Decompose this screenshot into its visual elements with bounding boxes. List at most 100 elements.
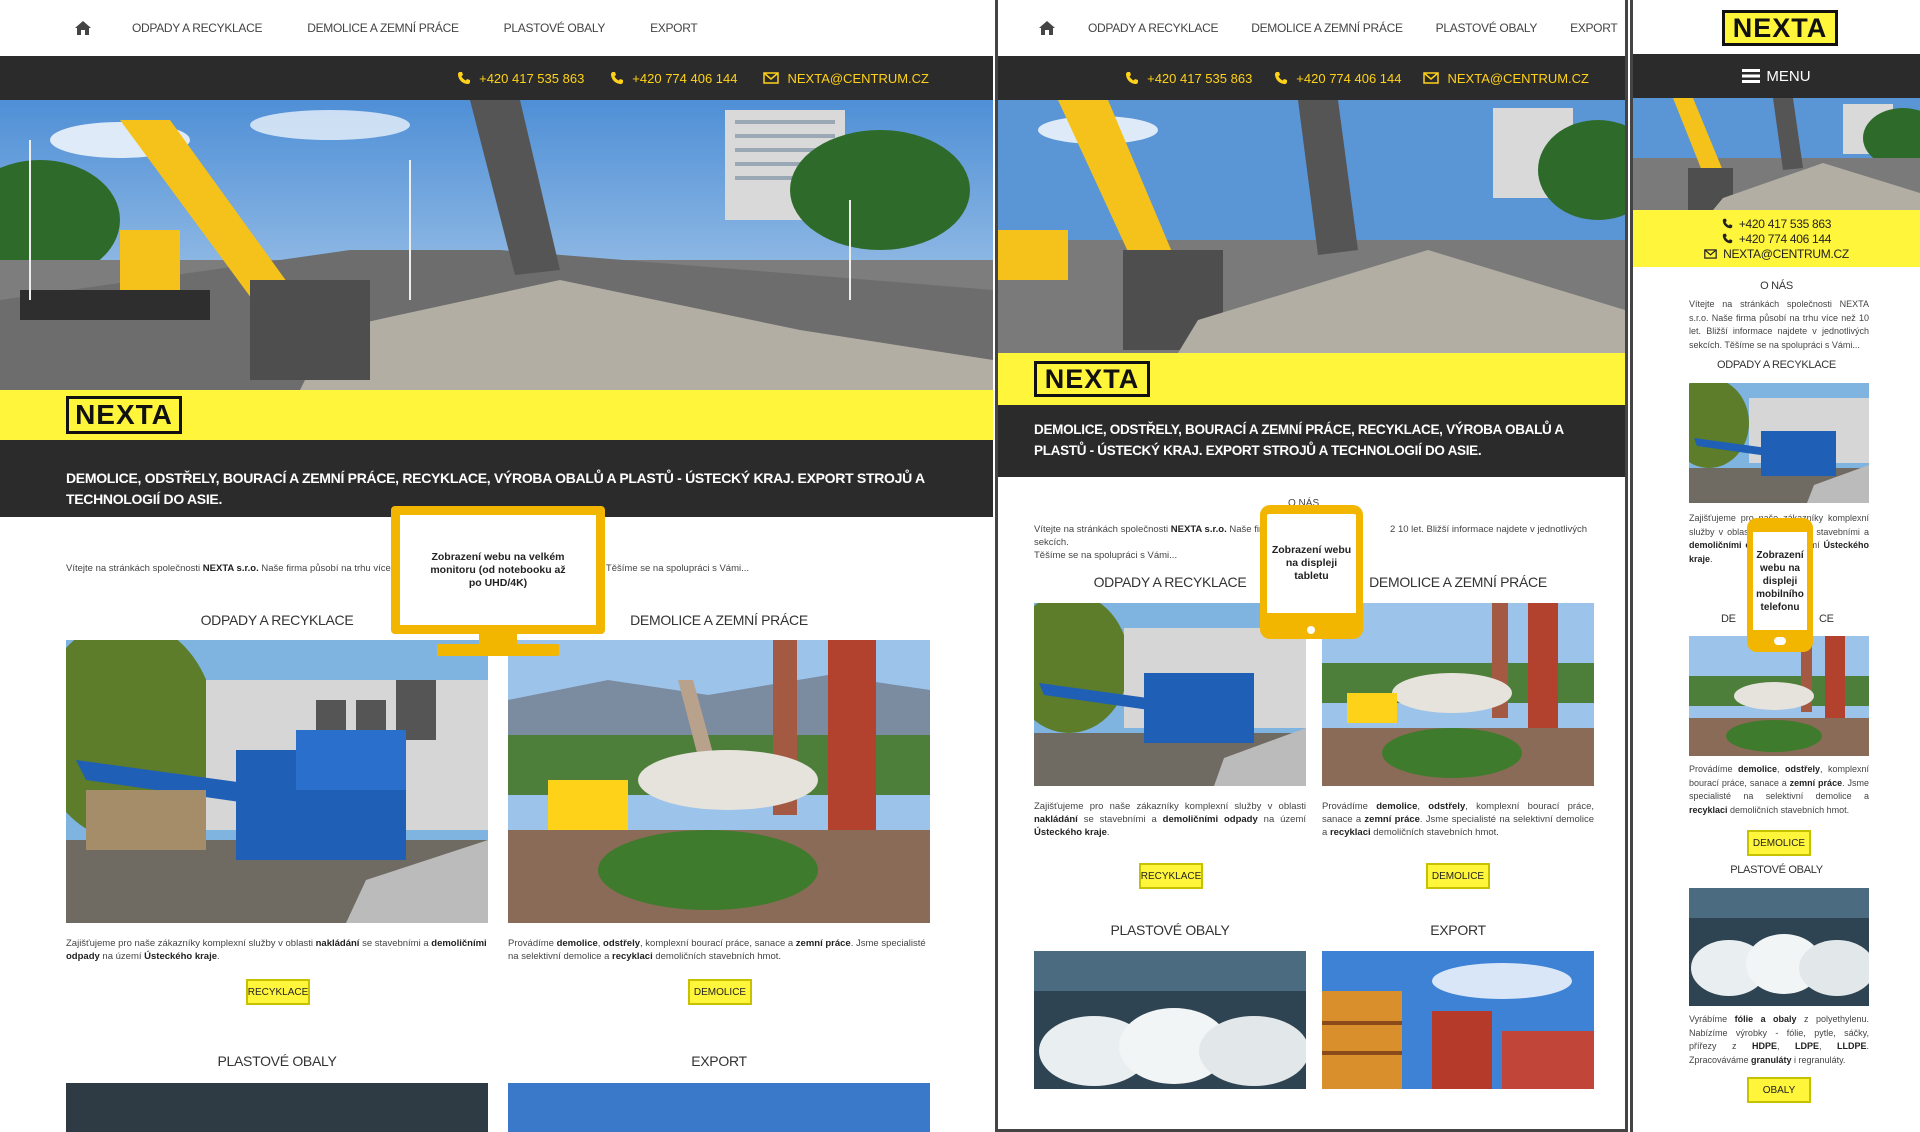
nav-odpady[interactable]: ODPADY A RECYKLACE bbox=[1088, 21, 1219, 35]
envelope-icon bbox=[763, 72, 780, 84]
demolice-text: Provádíme demolice, odstřely, komplexní … bbox=[508, 938, 926, 962]
mobile-obaly-text: Vyrábíme fólie a obaly z polyethylenu. N… bbox=[1689, 1014, 1870, 1065]
logo-band: NEXTA bbox=[0, 390, 993, 440]
mobile-obaly-image bbox=[1689, 888, 1875, 1006]
phone-home-button bbox=[1774, 637, 1786, 645]
logo-text: NEXTA bbox=[75, 399, 173, 430]
email-link[interactable]: NEXTA@CENTRUM.CZ bbox=[763, 71, 929, 86]
phone-1-text: +420 417 535 863 bbox=[479, 70, 585, 86]
email-link[interactable]: NEXTA@CENTRUM.CZ bbox=[1704, 247, 1849, 261]
phone-1-text: +420 417 535 863 bbox=[1147, 70, 1253, 86]
top-navigation: ODPADY A RECYKLACE DEMOLICE A ZEMNÍ PRÁC… bbox=[0, 0, 993, 56]
export-image bbox=[508, 1083, 930, 1132]
recycling-machine-image bbox=[36, 620, 488, 923]
nav-export[interactable]: EXPORT bbox=[1570, 21, 1618, 35]
mobile-hero-image bbox=[1633, 98, 1920, 210]
phone-2[interactable]: +420 774 406 144 bbox=[1722, 232, 1831, 246]
demolice-button[interactable]: DEMOLICE bbox=[1426, 863, 1490, 889]
phone-2-text: +420 774 406 144 bbox=[1738, 231, 1832, 246]
nav-obaly[interactable]: PLASTOVÉ OBALY bbox=[504, 21, 606, 35]
phone-icon bbox=[611, 72, 624, 84]
odpady-text: Zajišťujeme pro naše zákazníky komplexní… bbox=[66, 938, 487, 962]
email-link[interactable]: NEXTA@CENTRUM.CZ bbox=[1423, 71, 1589, 86]
phone-1[interactable]: +420 417 535 863 bbox=[1125, 71, 1252, 86]
nav-demolice[interactable]: DEMOLICE A ZEMNÍ PRÁCE bbox=[307, 21, 459, 35]
demolition-image bbox=[508, 640, 930, 923]
phone-icon bbox=[458, 72, 471, 84]
mobile-menu-button[interactable]: MENU bbox=[1633, 54, 1920, 98]
demolice-button[interactable]: DEMOLICE bbox=[1747, 830, 1811, 856]
mobile-preview: NEXTA MENU +420 417 535 863 +420 774 406… bbox=[1630, 0, 1920, 1132]
recyklace-button[interactable]: RECYKLACE bbox=[1139, 863, 1203, 889]
nexta-logo[interactable]: NEXTA bbox=[1034, 361, 1150, 397]
phone-1-text: +420 417 535 863 bbox=[1738, 216, 1832, 231]
phone-icon bbox=[1722, 233, 1733, 244]
nav-demolice[interactable]: DEMOLICE A ZEMNÍ PRÁCE bbox=[1251, 21, 1403, 35]
phone-1[interactable]: +420 417 535 863 bbox=[1722, 217, 1831, 231]
recyklace-button[interactable]: RECYKLACE bbox=[246, 979, 310, 1005]
nav-export[interactable]: EXPORT bbox=[650, 21, 698, 35]
monitor-base bbox=[437, 644, 559, 656]
tablet-logo-band: NEXTA bbox=[998, 353, 1625, 405]
logo-text: NEXTA bbox=[1732, 12, 1828, 43]
tablet-top-navigation: ODPADY A RECYKLACE DEMOLICE A ZEMNÍ PRÁC… bbox=[998, 0, 1625, 56]
phone-icon bbox=[1275, 72, 1288, 84]
menu-label: MENU bbox=[1766, 67, 1811, 85]
obaly-image bbox=[66, 1083, 488, 1132]
desktop-preview: ODPADY A RECYKLACE DEMOLICE A ZEMNÍ PRÁC… bbox=[0, 0, 993, 1132]
tablet-demolice-text: Provádíme demolice, odstřely, komplexní … bbox=[1322, 801, 1594, 838]
obaly-title: PLASTOVÉ OBALY bbox=[217, 1053, 337, 1069]
phone-icon bbox=[1722, 218, 1733, 229]
tablet-contact-bar: +420 417 535 863 +420 774 406 144 NEXTA@… bbox=[998, 56, 1625, 100]
phone-overlay: Zobrazení webu na displeji mobilního tel… bbox=[1747, 518, 1813, 652]
email-text: NEXTA@CENTRUM.CZ bbox=[787, 70, 929, 86]
mobile-recycling-image bbox=[1669, 378, 1869, 503]
hero-image bbox=[0, 100, 993, 390]
nexta-logo[interactable]: NEXTA bbox=[1722, 10, 1838, 46]
nexta-logo[interactable]: NEXTA bbox=[66, 396, 182, 434]
tagline: DEMOLICE, ODSTŘELY, BOURACÍ A ZEMNÍ PRÁC… bbox=[66, 470, 925, 507]
phone-2-text: +420 774 406 144 bbox=[1296, 70, 1402, 86]
tablet-preview: ODPADY A RECYKLACE DEMOLICE A ZEMNÍ PRÁC… bbox=[995, 0, 1628, 1132]
phone-1[interactable]: +420 417 535 863 bbox=[457, 71, 584, 86]
mobile-demolice-title-start: DE bbox=[1721, 613, 1736, 625]
mobile-demolice-text: Provádíme demolice, odstřely, komplexní … bbox=[1689, 764, 1869, 815]
tablet-overlay: Zobrazení webu na displeji tabletu bbox=[1260, 505, 1363, 639]
phone-2[interactable]: +420 774 406 144 bbox=[610, 71, 737, 86]
mobile-odpady-title: ODPADY A RECYKLACE bbox=[1717, 359, 1836, 371]
logo-text: NEXTA bbox=[1044, 363, 1140, 394]
nav-obaly[interactable]: PLASTOVÉ OBALY bbox=[1436, 21, 1538, 35]
tablet-obaly-title: PLASTOVÉ OBALY bbox=[1110, 922, 1230, 938]
tablet-obaly-image bbox=[1034, 951, 1309, 1089]
tablet-hero-image bbox=[998, 100, 1625, 353]
demolice-button[interactable]: DEMOLICE bbox=[688, 979, 752, 1005]
nav-odpady[interactable]: ODPADY A RECYKLACE bbox=[132, 21, 263, 35]
tablet-export-image bbox=[1322, 951, 1594, 1089]
export-title: EXPORT bbox=[691, 1053, 747, 1069]
mobile-header: NEXTA bbox=[1633, 0, 1920, 54]
tablet-odpady-text: Zajišťujeme pro naše zákazníky komplexní… bbox=[1034, 801, 1307, 838]
obaly-button[interactable]: OBALY bbox=[1747, 1077, 1811, 1103]
mobile-obaly-title: PLASTOVÉ OBALY bbox=[1730, 864, 1823, 876]
mobile-demolition-image bbox=[1689, 636, 1869, 756]
phone-2[interactable]: +420 774 406 144 bbox=[1274, 71, 1401, 86]
mobile-about-text: Vítejte na stránkách společnosti NEXTA s… bbox=[1689, 299, 1869, 350]
email-text: NEXTA@CENTRUM.CZ bbox=[1447, 70, 1589, 86]
home-icon[interactable] bbox=[74, 20, 92, 36]
email-text: NEXTA@CENTRUM.CZ bbox=[1723, 246, 1849, 261]
tablet-tagline-band: DEMOLICE, ODSTŘELY, BOURACÍ A ZEMNÍ PRÁC… bbox=[998, 405, 1625, 477]
mobile-about-title: O NÁS bbox=[1760, 280, 1793, 292]
monitor-label: Zobrazení webu na velkém monitoru (od no… bbox=[430, 550, 566, 589]
phone-2-text: +420 774 406 144 bbox=[632, 70, 738, 86]
phone-label: Zobrazení webu na displeji mobilního tel… bbox=[1756, 549, 1804, 613]
tagline: DEMOLICE, ODSTŘELY, BOURACÍ A ZEMNÍ PRÁC… bbox=[1034, 422, 1564, 458]
monitor-overlay: Zobrazení webu na velkém monitoru (od no… bbox=[391, 506, 605, 634]
hamburger-icon bbox=[1742, 69, 1761, 83]
mobile-demolice-title-end: CE bbox=[1819, 613, 1834, 625]
home-icon[interactable] bbox=[1038, 20, 1056, 36]
tablet-home-button bbox=[1307, 626, 1315, 634]
envelope-icon bbox=[1704, 248, 1717, 259]
mobile-contact-block: +420 417 535 863 +420 774 406 144 NEXTA@… bbox=[1633, 210, 1920, 267]
contact-bar: +420 417 535 863 +420 774 406 144 NEXTA@… bbox=[0, 56, 993, 100]
envelope-icon bbox=[1423, 72, 1440, 84]
